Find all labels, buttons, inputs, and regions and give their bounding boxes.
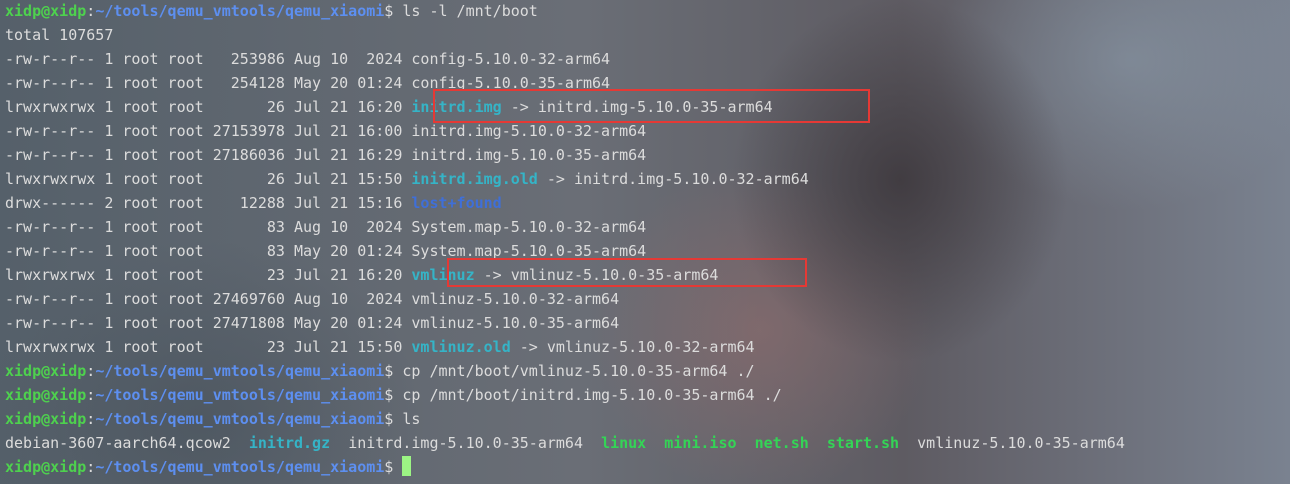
file-meta: lrwxrwxrwx 1 root root 23 Jul 21 16:20 [5, 266, 412, 284]
link-target: vmlinuz-5.10.0-32-arm64 [546, 338, 755, 356]
prompt-symbol: $ [384, 2, 394, 20]
file-meta: -rw-r--r-- 1 root root 27469760 Aug 10 2… [5, 290, 412, 308]
ls-entry-link: initrd.gz [248, 434, 331, 452]
file-name: vmlinuz-5.10.0-32-arm64 [411, 290, 620, 308]
listing-row: -rw-r--r-- 1 root root 27186036 Jul 21 1… [5, 144, 1290, 168]
listing-row: -rw-r--r-- 1 root root 83 Aug 10 2024 Sy… [5, 216, 1290, 240]
file-meta: -rw-r--r-- 1 root root 27186036 Jul 21 1… [5, 146, 412, 164]
ls-entry-exe: net.sh [754, 434, 809, 452]
symlink-name: vmlinuz.old [411, 338, 511, 356]
file-meta: -rw-r--r-- 1 root root 83 May 20 01:24 [5, 242, 412, 260]
command-text: cp /mnt/boot/vmlinuz-5.10.0-35-arm64 ./ [402, 362, 755, 380]
file-meta: -rw-r--r-- 1 root root 83 Aug 10 2024 [5, 218, 412, 236]
file-meta: drwx------ 2 root root 12288 Jul 21 15:1… [5, 194, 412, 212]
file-name: System.map-5.10.0-32-arm64 [411, 218, 647, 236]
link-target: initrd.img-5.10.0-32-arm64 [573, 170, 809, 188]
ls-entry: initrd.img-5.10.0-35-arm64 [348, 434, 583, 452]
symlink-name: initrd.img.old [411, 170, 538, 188]
highlight-box-vmlinuz [447, 258, 807, 287]
file-name: initrd.img-5.10.0-35-arm64 [411, 146, 647, 164]
link-arrow: -> [510, 338, 547, 356]
listing-row: -rw-r--r-- 1 root root 27469760 Aug 10 2… [5, 288, 1290, 312]
prompt-path: ~/tools/qemu_vmtools/qemu_xiaomi [95, 386, 385, 404]
prompt-symbol: $ [384, 362, 394, 380]
ls-entry-exe: start.sh [826, 434, 900, 452]
prompt-path: ~/tools/qemu_vmtools/qemu_xiaomi [95, 410, 385, 428]
ls-entry: debian-3607-aarch64.qcow2 [5, 434, 231, 452]
listing-row: -rw-r--r-- 1 root root 253986 Aug 10 202… [5, 48, 1290, 72]
listing-row: -rw-r--r-- 1 root root 27471808 May 20 0… [5, 312, 1290, 336]
prompt-user: xidp@xidp [5, 362, 87, 380]
file-meta: -rw-r--r-- 1 root root 253986 Aug 10 202… [5, 50, 412, 68]
file-meta: lrwxrwxrwx 1 root root 26 Jul 21 16:20 [5, 98, 412, 116]
listing-row: lrwxrwxrwx 1 root root 26 Jul 21 15:50 i… [5, 168, 1290, 192]
ls-output-line: debian-3607-aarch64.qcow2 initrd.gz init… [5, 432, 1290, 456]
prompt-symbol: $ [384, 410, 394, 428]
file-name: vmlinuz-5.10.0-35-arm64 [411, 314, 620, 332]
ls-entry-exe: linux [601, 434, 647, 452]
prompt-line: xidp@xidp:~/tools/qemu_vmtools/qemu_xiao… [5, 386, 782, 404]
prompt-path: ~/tools/qemu_vmtools/qemu_xiaomi [95, 458, 385, 476]
prompt-user: xidp@xidp [5, 458, 87, 476]
link-arrow: -> [537, 170, 574, 188]
file-name: initrd.img-5.10.0-32-arm64 [411, 122, 647, 140]
file-meta: lrwxrwxrwx 1 root root 23 Jul 21 15:50 [5, 338, 412, 356]
prompt-path: ~/tools/qemu_vmtools/qemu_xiaomi [95, 362, 385, 380]
file-meta: -rw-r--r-- 1 root root 27471808 May 20 0… [5, 314, 412, 332]
prompt-line: xidp@xidp:~/tools/qemu_vmtools/qemu_xiao… [5, 410, 421, 428]
command-text: ls [402, 410, 421, 428]
file-name: config-5.10.0-32-arm64 [411, 50, 611, 68]
command-text: cp /mnt/boot/initrd.img-5.10.0-35-arm64 … [402, 386, 782, 404]
terminal-output[interactable]: xidp@xidp:~/tools/qemu_vmtools/qemu_xiao… [5, 0, 1290, 480]
prompt-user: xidp@xidp [5, 410, 87, 428]
prompt-symbol: $ [384, 458, 394, 476]
prompt-line: xidp@xidp:~/tools/qemu_vmtools/qemu_xiao… [5, 2, 538, 20]
prompt-path: ~/tools/qemu_vmtools/qemu_xiaomi [95, 2, 385, 20]
listing-row: -rw-r--r-- 1 root root 27153978 Jul 21 1… [5, 120, 1290, 144]
listing-total: total 107657 [5, 26, 114, 44]
listing-row: lrwxrwxrwx 1 root root 23 Jul 21 15:50 v… [5, 336, 1290, 360]
ls-entry: vmlinuz-5.10.0-35-arm64 [917, 434, 1125, 452]
highlight-box-initrd [433, 89, 870, 123]
prompt-symbol: $ [384, 386, 394, 404]
prompt-line-active[interactable]: xidp@xidp:~/tools/qemu_vmtools/qemu_xiao… [5, 456, 1290, 480]
prompt-line: xidp@xidp:~/tools/qemu_vmtools/qemu_xiao… [5, 362, 755, 380]
command-text: ls -l /mnt/boot [402, 2, 538, 20]
file-meta: -rw-r--r-- 1 root root 254128 May 20 01:… [5, 74, 412, 92]
listing-row: drwx------ 2 root root 12288 Jul 21 15:1… [5, 192, 1290, 216]
text-cursor[interactable] [402, 456, 412, 476]
prompt-user: xidp@xidp [5, 2, 87, 20]
ls-entry-exe: mini.iso [664, 434, 737, 452]
file-meta: -rw-r--r-- 1 root root 27153978 Jul 21 1… [5, 122, 412, 140]
file-meta: lrwxrwxrwx 1 root root 26 Jul 21 15:50 [5, 170, 412, 188]
directory-name: lost+found [411, 194, 502, 212]
prompt-user: xidp@xidp [5, 386, 87, 404]
